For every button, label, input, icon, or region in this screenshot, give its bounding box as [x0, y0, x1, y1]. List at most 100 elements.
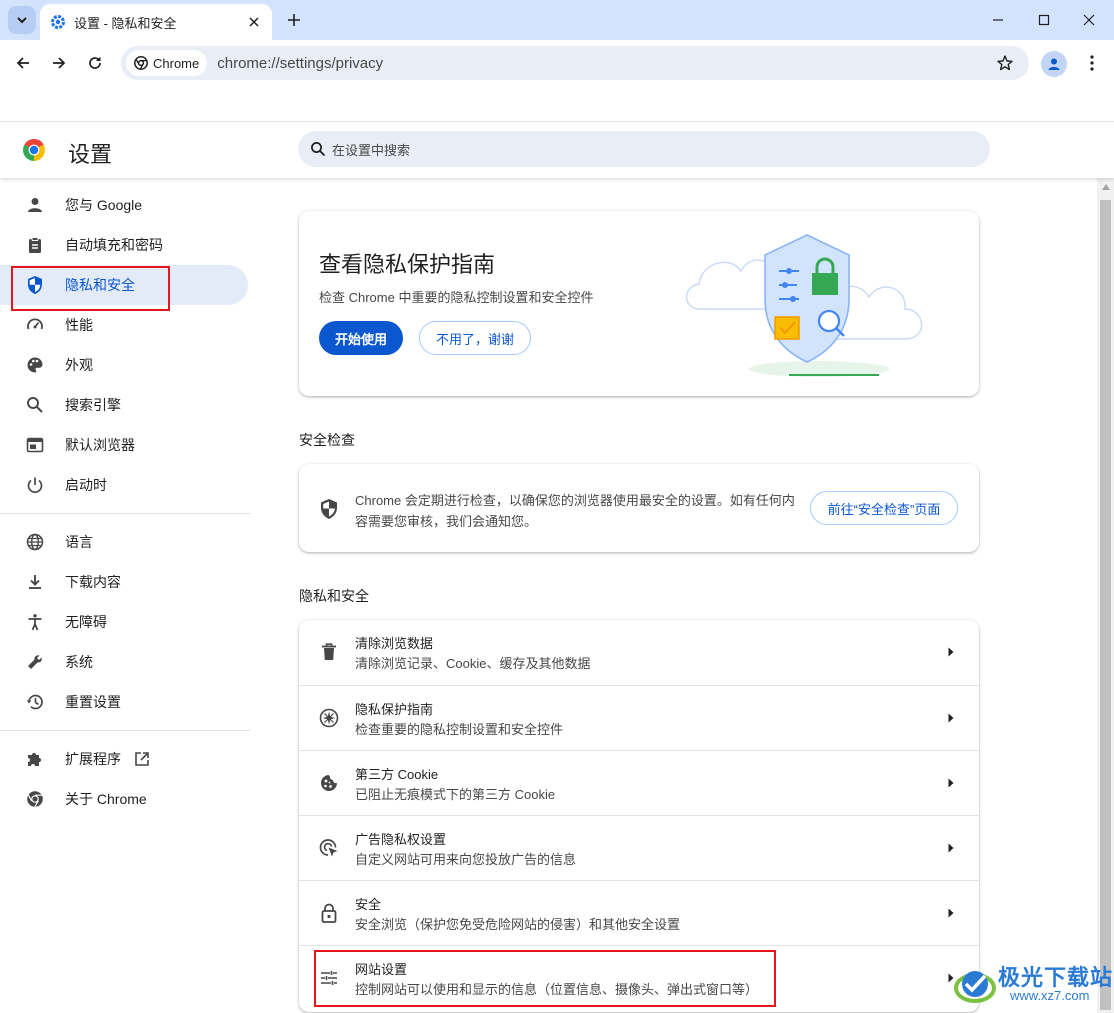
get-started-button[interactable]: 开始使用: [319, 321, 403, 355]
sidebar-item-languages[interactable]: 语言: [0, 522, 248, 562]
person-icon: [1048, 58, 1060, 70]
puzzle-icon: [24, 748, 46, 770]
arrow-right-icon: [945, 776, 957, 790]
person-icon: [24, 194, 46, 216]
sidebar-item-label: 扩展程序: [65, 751, 121, 767]
sidebar-item-search-engine[interactable]: 搜索引擎: [0, 385, 248, 425]
sidebar-item-on-startup[interactable]: 启动时: [0, 465, 248, 505]
watermark-logo-icon: [954, 971, 996, 1003]
highlight-box-site-settings: [314, 950, 776, 1007]
profile-button[interactable]: [1041, 51, 1067, 77]
star-icon: [997, 55, 1013, 71]
sidebar-item-you-and-google[interactable]: 您与 Google: [0, 185, 248, 225]
tab-close-button[interactable]: [246, 14, 262, 30]
no-thanks-button[interactable]: 不用了，谢谢: [419, 321, 531, 355]
chrome-logo-icon: [23, 139, 45, 161]
chrome-icon: [134, 56, 148, 70]
sidebar-item-system[interactable]: 系统: [0, 642, 248, 682]
settings-search-input[interactable]: 在设置中搜索: [298, 131, 990, 167]
address-bar[interactable]: Chrome chrome://settings/privacy: [121, 46, 1029, 80]
close-icon: [249, 17, 259, 27]
search-icon: [311, 142, 326, 157]
minimize-icon: [993, 19, 1003, 21]
row-ad-privacy[interactable]: 广告隐私权设置 自定义网站可用来向您投放广告的信息: [299, 815, 979, 880]
tab-search-button[interactable]: [8, 6, 36, 34]
lock-icon: [318, 902, 340, 924]
safety-check-text: Chrome 会定期进行检查，以确保您的浏览器使用最安全的设置。如有任何内容需要…: [355, 493, 795, 529]
row-security[interactable]: 安全 安全浏览（保护您免受危险网站的侵害）和其他安全设置: [299, 880, 979, 945]
sidebar-item-accessibility[interactable]: 无障碍: [0, 602, 248, 642]
bookmark-button[interactable]: [993, 51, 1017, 75]
more-vert-icon: [1090, 55, 1094, 71]
watermark-url: www.xz7.com: [1010, 988, 1090, 1003]
row-clear-browsing-data[interactable]: 清除浏览数据 清除浏览记录、Cookie、缓存及其他数据: [299, 620, 979, 685]
arrow-right-icon: [945, 841, 957, 855]
palette-icon: [24, 354, 46, 376]
row-title: 安全: [355, 897, 382, 912]
scrollbar-thumb[interactable]: [1100, 200, 1111, 1010]
sidebar-item-label: 语言: [65, 534, 93, 550]
row-title: 清除浏览数据: [355, 636, 434, 651]
arrow-right-icon: [945, 906, 957, 920]
new-tab-button[interactable]: [282, 8, 306, 32]
sidebar-item-label: 关于 Chrome: [65, 791, 147, 807]
sidebar-item-appearance[interactable]: 外观: [0, 345, 248, 385]
safety-check-section-title: 安全检查: [299, 432, 355, 448]
speedometer-icon: [24, 314, 46, 336]
sidebar-item-label: 系统: [65, 654, 93, 670]
toolbar: Chrome chrome://settings/privacy: [0, 40, 1114, 86]
minimize-button[interactable]: [984, 6, 1012, 34]
row-title: 隐私保护指南: [355, 702, 434, 717]
ads-click-icon: [318, 837, 340, 859]
clipboard-icon: [24, 234, 46, 256]
download-icon: [24, 571, 46, 593]
sidebar-item-label: 您与 Google: [65, 197, 143, 213]
url-text[interactable]: chrome://settings/privacy: [217, 55, 993, 72]
active-tab[interactable]: 设置 - 隐私和安全: [40, 4, 272, 40]
row-privacy-guide[interactable]: 隐私保护指南 检查重要的隐私控制设置和安全控件: [299, 685, 979, 750]
search-placeholder: 在设置中搜索: [332, 142, 411, 158]
triangle-up-icon: [1101, 184, 1110, 190]
arrow-left-icon: [16, 57, 29, 69]
settings-header: 设置 在设置中搜索: [0, 121, 1114, 178]
sidebar-item-label: 下载内容: [65, 574, 121, 590]
row-description: 自定义网站可用来向您投放广告的信息: [355, 852, 577, 867]
sidebar-item-label: 重置设置: [65, 694, 121, 710]
sidebar-item-default-browser[interactable]: 默认浏览器: [0, 425, 248, 465]
sidebar-item-downloads[interactable]: 下载内容: [0, 562, 248, 602]
go-to-safety-check-button[interactable]: 前往“安全检查”页面: [810, 491, 958, 525]
chip-label: Chrome: [153, 55, 200, 71]
forward-button[interactable]: [45, 49, 73, 77]
reload-button[interactable]: [81, 49, 109, 77]
sidebar-item-extensions[interactable]: 扩展程序: [0, 739, 248, 779]
sidebar-item-performance[interactable]: 性能: [0, 305, 248, 345]
cookie-icon: [318, 772, 340, 794]
menu-button[interactable]: [1080, 51, 1104, 75]
compass-icon: [318, 707, 340, 729]
row-title: 第三方 Cookie: [355, 767, 439, 782]
sidebar-item-label: 搜索引擎: [65, 397, 121, 413]
arrow-right-icon: [945, 711, 957, 725]
back-button[interactable]: [9, 49, 37, 77]
close-icon: [1083, 14, 1095, 26]
sidebar-item-about-chrome[interactable]: 关于 Chrome: [0, 779, 248, 819]
shield-check-icon: [321, 499, 337, 519]
window-close-button[interactable]: [1075, 6, 1103, 34]
sidebar-item-label: 自动填充和密码: [65, 237, 163, 253]
row-third-party-cookies[interactable]: 第三方 Cookie 已阻止无痕模式下的第三方 Cookie: [299, 750, 979, 815]
accessibility-icon: [24, 611, 46, 633]
arrow-right-icon: [53, 57, 66, 69]
sidebar-item-reset[interactable]: 重置设置: [0, 682, 248, 722]
sidebar-divider: [0, 513, 250, 514]
maximize-button[interactable]: [1030, 6, 1058, 34]
highlight-box-sidebar: [11, 266, 170, 311]
gear-icon: [51, 15, 65, 29]
sidebar-item-label: 无障碍: [65, 614, 107, 630]
sidebar-item-autofill[interactable]: 自动填充和密码: [0, 225, 248, 265]
power-icon: [24, 474, 46, 496]
scroll-up-arrow[interactable]: [1100, 181, 1111, 193]
trash-icon: [318, 641, 340, 663]
row-description: 已阻止无痕模式下的第三方 Cookie: [355, 787, 556, 802]
promo-title: 查看隐私保护指南: [319, 252, 496, 277]
site-info-chip[interactable]: Chrome: [126, 50, 208, 76]
